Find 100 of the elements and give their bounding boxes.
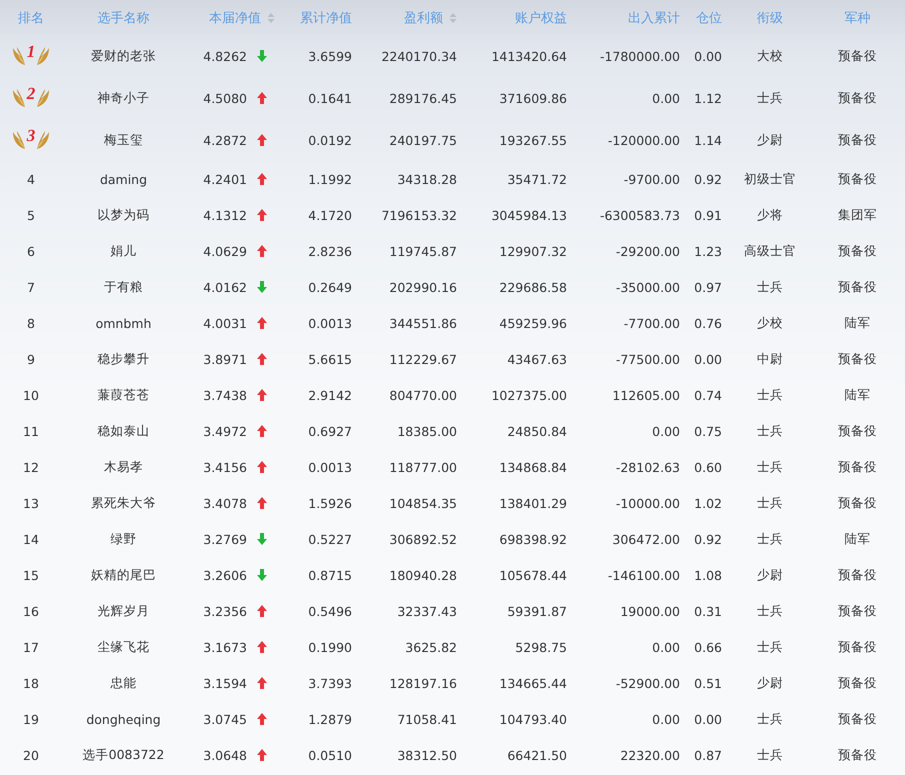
table-cell: -1780000.00: [600, 48, 680, 64]
table-cell: 3.2769: [203, 532, 247, 546]
table-cell: 0.66: [694, 640, 722, 654]
table-cell: 10: [23, 388, 39, 402]
table-cell: 2.8236: [308, 244, 352, 258]
table-cell: 高级士官: [744, 242, 796, 260]
table-cell: 预备役: [838, 170, 877, 188]
table-cell: 稳如泰山: [98, 422, 150, 440]
table-cell: 0.5496: [308, 604, 352, 618]
column-header: 衔级: [757, 10, 783, 26]
table-cell: 371609.86: [499, 90, 567, 106]
table-cell: 梅玉玺: [104, 132, 143, 148]
table-cell: 选手0083722: [82, 746, 164, 764]
table-cell: 112605.00: [612, 388, 680, 402]
table-cell: 蒹葭苍苍: [98, 386, 150, 404]
table-cell: 459259.96: [499, 316, 567, 330]
table-cell: 306472.00: [612, 532, 680, 546]
column-header: 仓位: [696, 10, 722, 26]
table-cell: 34318.28: [397, 172, 457, 186]
table-cell: -10000.00: [616, 496, 680, 510]
table-cell: 344551.86: [389, 316, 457, 330]
wing-icon: [36, 129, 50, 151]
column-header[interactable]: 盈利额: [404, 8, 443, 26]
table-cell: 0.00: [652, 712, 680, 726]
table-cell: 15: [23, 568, 39, 582]
table-cell: -29200.00: [616, 244, 680, 258]
table-cell: daming: [100, 172, 148, 186]
table-cell: 3.2356: [203, 604, 247, 618]
table-cell: 32337.43: [397, 604, 457, 618]
table-cell: 1.12: [694, 90, 722, 106]
table-cell: 6: [27, 244, 35, 258]
column-header[interactable]: 本届净值: [209, 8, 261, 26]
table-cell: 193267.55: [499, 132, 567, 148]
table-cell: 5: [27, 208, 35, 222]
table-cell: 于有粮: [104, 278, 143, 296]
table-cell: 3.8971: [203, 352, 247, 366]
table-cell: 1.14: [694, 132, 722, 148]
table-cell: 累死朱大爷: [91, 494, 156, 512]
table-cell: 预备役: [838, 350, 877, 368]
table-cell: 0.75: [694, 424, 722, 438]
sort-icon[interactable]: [267, 12, 275, 24]
table-cell: 3.4972: [203, 424, 247, 438]
table-cell: 2.9142: [308, 388, 352, 402]
table-cell: 爱财的老张: [91, 48, 156, 64]
table-cell: 8: [27, 316, 35, 330]
column-header: 出入累计: [628, 10, 680, 26]
table-cell: -6300583.73: [600, 208, 680, 222]
table-cell: 119745.87: [389, 244, 457, 258]
table-cell: 稳步攀升: [98, 350, 150, 368]
table-cell: 59391.87: [507, 604, 567, 618]
table-cell: 20: [23, 748, 39, 762]
table-cell: 士兵: [757, 710, 783, 728]
table-cell: 24850.84: [507, 424, 567, 438]
column-header: 累计净值: [300, 10, 352, 26]
column-header: 账户权益: [515, 10, 567, 26]
table-cell: 初级士官: [744, 170, 796, 188]
table-cell: 士兵: [757, 458, 783, 476]
table-cell: 229686.58: [499, 280, 567, 294]
table-cell: -77500.00: [616, 352, 680, 366]
table-cell: 4: [27, 172, 35, 186]
table-cell: 4.1312: [203, 208, 247, 222]
table-cell: 18385.00: [397, 424, 457, 438]
table-cell: 4.2872: [203, 132, 247, 148]
table-cell: 5298.75: [515, 640, 567, 654]
table-cell: 少尉: [757, 132, 783, 148]
table-cell: -146100.00: [608, 568, 680, 582]
table-cell: 大校: [757, 48, 783, 64]
table-cell: 0.91: [694, 208, 722, 222]
table-cell: 士兵: [757, 638, 783, 656]
table-cell: -7700.00: [624, 316, 680, 330]
table-cell: 少将: [757, 206, 783, 224]
table-cell: 士兵: [757, 90, 783, 106]
table-cell: 0.2649: [308, 280, 352, 294]
table-cell: 预备役: [838, 458, 877, 476]
table-cell: 少尉: [757, 566, 783, 584]
table-cell: 0.31: [694, 604, 722, 618]
table-cell: 138401.29: [499, 496, 567, 510]
table-cell: 0.0013: [308, 316, 352, 330]
table-cell: 以梦为码: [98, 206, 150, 224]
table-cell: 1.08: [694, 568, 722, 582]
table-cell: 预备役: [838, 48, 877, 64]
table-cell: 少尉: [757, 674, 783, 692]
table-cell: 0.1641: [308, 90, 352, 106]
table-cell: 陆军: [844, 386, 870, 404]
table-cell: 3045984.13: [491, 208, 567, 222]
table-cell: 0.87: [694, 748, 722, 762]
table-cell: 光辉岁月: [98, 602, 150, 620]
table-cell: 43467.63: [507, 352, 567, 366]
table-cell: 4.0031: [203, 316, 247, 330]
sort-icon[interactable]: [449, 12, 457, 24]
table-cell: 118777.00: [389, 460, 457, 474]
table-cell: 0.74: [694, 388, 722, 402]
table-cell: 1027375.00: [491, 388, 567, 402]
table-cell: 0.0192: [308, 132, 352, 148]
table-cell: 698398.92: [499, 532, 567, 546]
table-cell: 0.0013: [308, 460, 352, 474]
table-cell: 804770.00: [389, 388, 457, 402]
table-cell: 4.0629: [203, 244, 247, 258]
table-cell: 1.5926: [308, 496, 352, 510]
table-cell: 士兵: [757, 422, 783, 440]
